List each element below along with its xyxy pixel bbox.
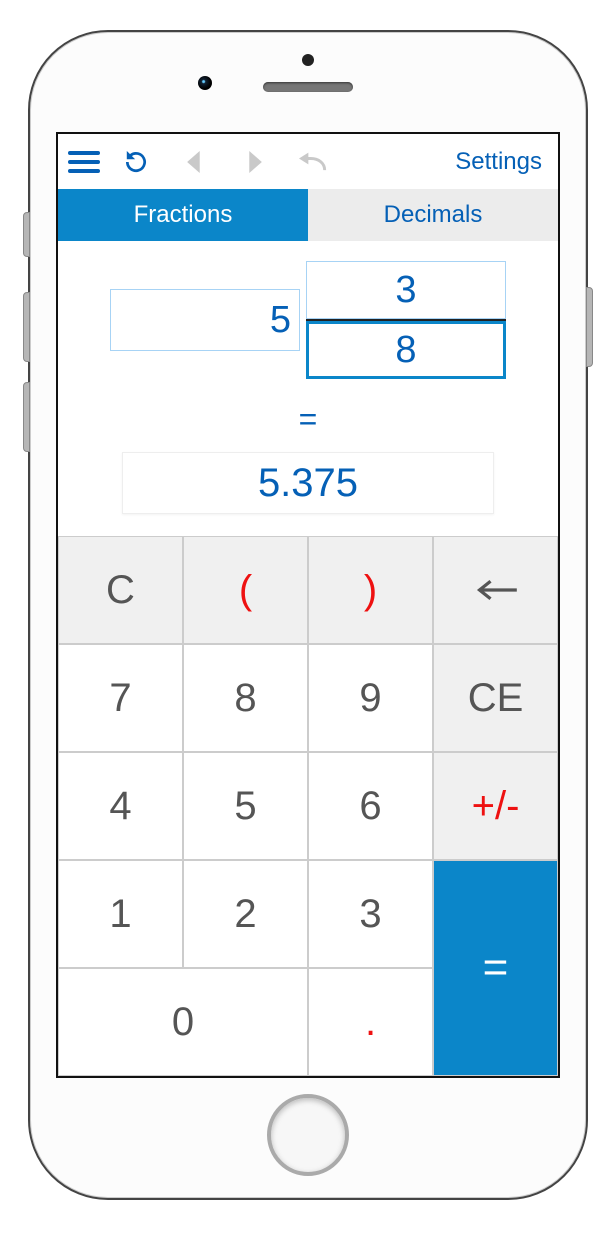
key-plus-minus[interactable]: +/-: [433, 752, 558, 860]
numerator-input[interactable]: 3: [306, 261, 506, 319]
key-1[interactable]: 1: [58, 860, 183, 968]
app-screen: Settings Fractions Decimals 5 3 8 = 5.37…: [56, 132, 560, 1078]
power-button: [586, 287, 593, 367]
result-output: 5.375: [122, 452, 493, 514]
key-clear[interactable]: C: [58, 536, 183, 644]
fraction-column: 3 8: [306, 261, 506, 379]
backspace-arrow-icon: [473, 577, 519, 603]
earpiece-speaker: [263, 82, 353, 92]
key-2[interactable]: 2: [183, 860, 308, 968]
fraction-input-row: 5 3 8: [76, 261, 540, 379]
denominator-input[interactable]: 8: [306, 321, 506, 379]
key-decimal[interactable]: .: [308, 968, 433, 1076]
key-9[interactable]: 9: [308, 644, 433, 752]
key-7[interactable]: 7: [58, 644, 183, 752]
chevron-right-icon: [245, 151, 263, 173]
volume-up-button: [23, 292, 30, 362]
front-camera: [198, 76, 212, 90]
key-8[interactable]: 8: [183, 644, 308, 752]
key-5[interactable]: 5: [183, 752, 308, 860]
key-3[interactable]: 3: [308, 860, 433, 968]
key-6[interactable]: 6: [308, 752, 433, 860]
toolbar: Settings: [58, 134, 558, 189]
tab-fractions[interactable]: Fractions: [58, 189, 308, 241]
volume-down-button: [23, 382, 30, 452]
key-backspace[interactable]: [433, 536, 558, 644]
key-left-paren[interactable]: (: [183, 536, 308, 644]
refresh-icon: [123, 149, 149, 175]
key-4[interactable]: 4: [58, 752, 183, 860]
undo-button[interactable]: [285, 142, 340, 182]
undo-icon: [299, 151, 327, 173]
previous-button[interactable]: [167, 142, 222, 182]
keypad: C ( ) 7 8 9 CE 4 5 6 +/- 1 2 3 = 0 .: [58, 536, 558, 1076]
next-button[interactable]: [226, 142, 281, 182]
mute-switch: [23, 212, 30, 257]
tab-decimals[interactable]: Decimals: [308, 189, 558, 241]
menu-button[interactable]: [64, 142, 104, 182]
key-0[interactable]: 0: [58, 968, 308, 1076]
proximity-sensor: [302, 54, 314, 66]
chevron-left-icon: [186, 151, 204, 173]
settings-link[interactable]: Settings: [445, 148, 552, 176]
key-equals[interactable]: =: [433, 860, 558, 1076]
display-area: 5 3 8 = 5.375: [58, 241, 558, 536]
refresh-button[interactable]: [108, 142, 163, 182]
mode-tabs: Fractions Decimals: [58, 189, 558, 241]
equals-label: =: [76, 401, 540, 438]
key-clear-entry[interactable]: CE: [433, 644, 558, 752]
phone-frame: Settings Fractions Decimals 5 3 8 = 5.37…: [28, 30, 588, 1200]
key-right-paren[interactable]: ): [308, 536, 433, 644]
whole-number-input[interactable]: 5: [110, 289, 300, 351]
home-button[interactable]: [267, 1094, 349, 1176]
